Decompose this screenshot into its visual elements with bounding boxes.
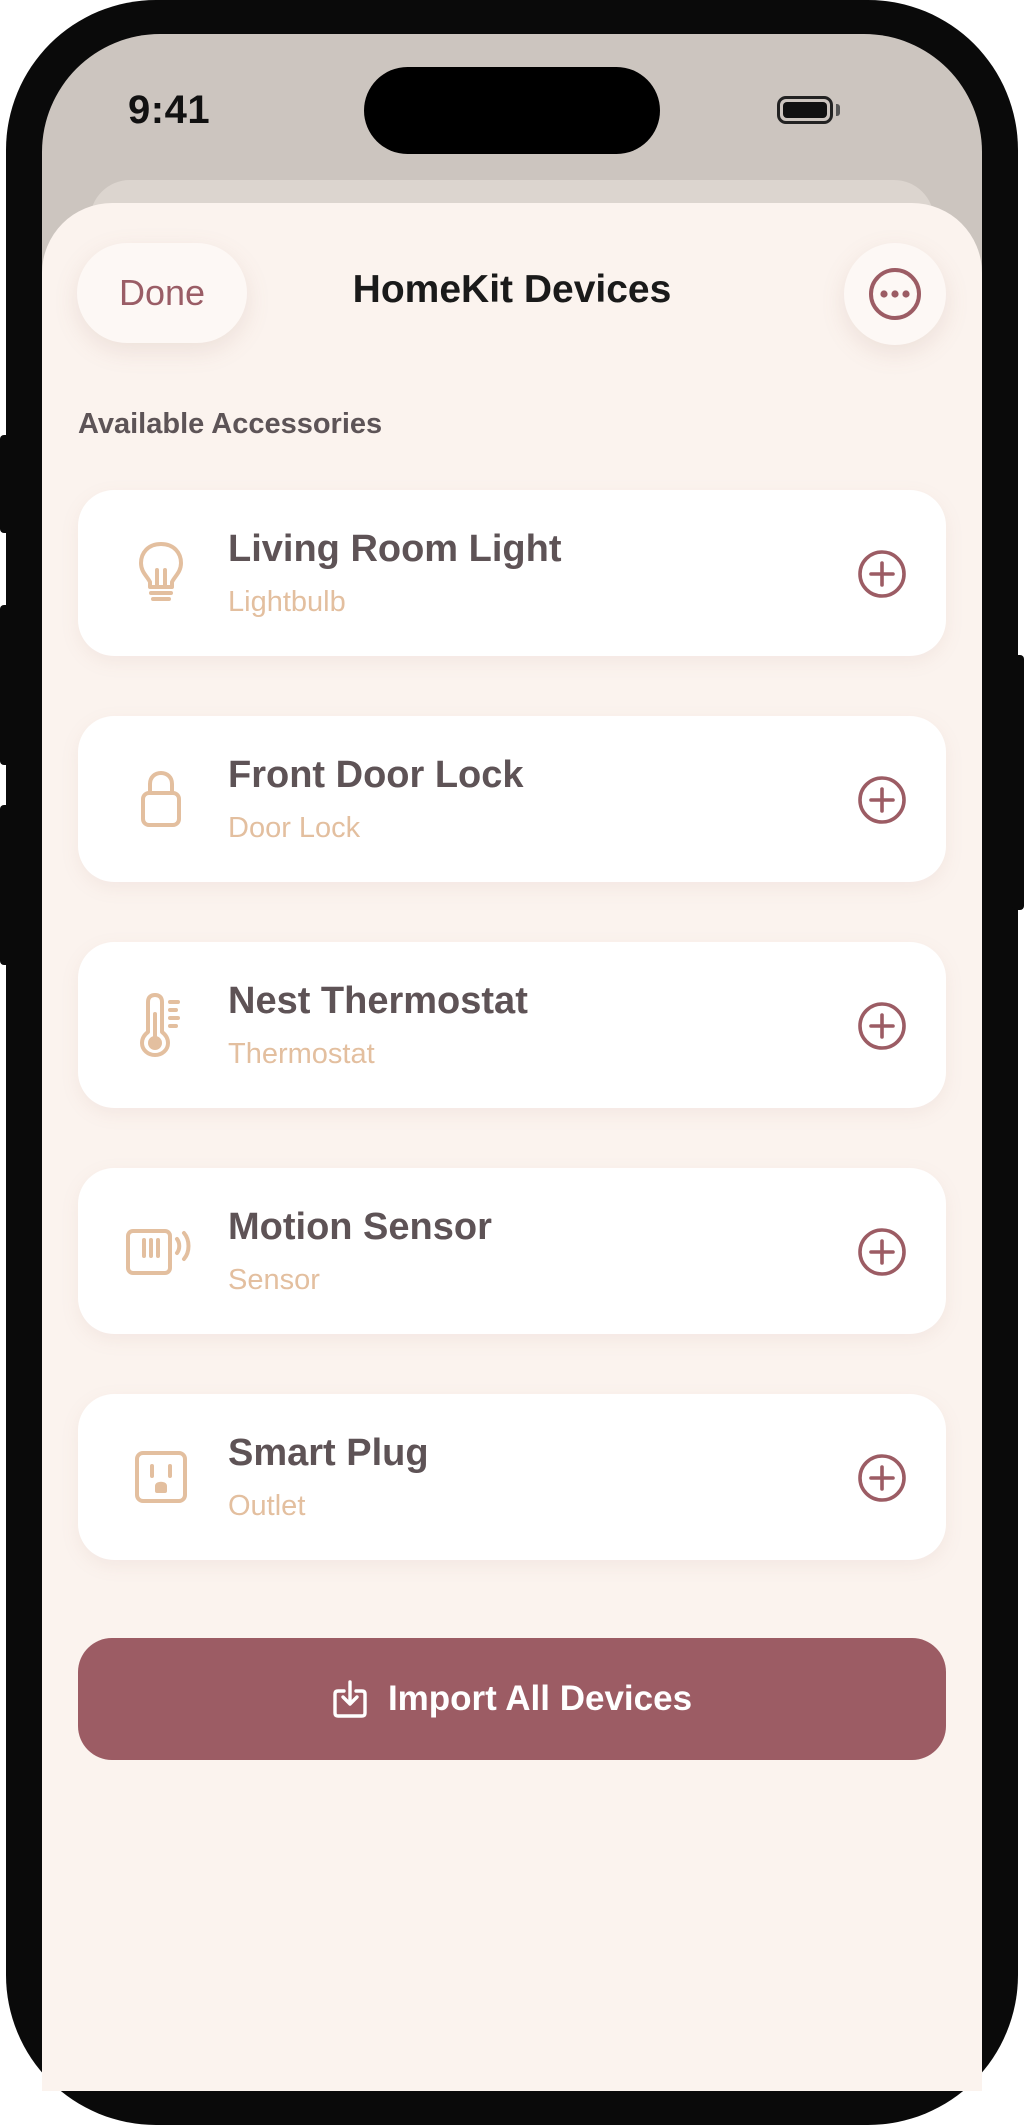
motion-sensor-icon xyxy=(120,1216,200,1286)
import-all-label: Import All Devices xyxy=(387,1679,693,1718)
plus-circle-icon xyxy=(858,776,906,824)
device-type: Lightbulb xyxy=(228,586,346,618)
more-options-button[interactable] xyxy=(844,243,946,345)
page-title: HomeKit Devices xyxy=(352,268,672,311)
device-type: Thermostat xyxy=(228,1038,375,1070)
ellipsis-circle-icon xyxy=(869,268,921,320)
add-device-button[interactable] xyxy=(856,1000,908,1052)
device-card-nest-thermostat[interactable]: Nest Thermostat Thermostat xyxy=(78,942,946,1108)
add-device-button[interactable] xyxy=(856,1226,908,1278)
action-button xyxy=(0,435,12,533)
section-label: Available Accessories xyxy=(78,408,383,440)
volume-down-button xyxy=(0,805,12,965)
add-device-button[interactable] xyxy=(856,774,908,826)
outlet-icon xyxy=(126,1442,196,1512)
thermometer-icon xyxy=(126,990,196,1060)
device-name: Smart Plug xyxy=(228,1432,429,1474)
modal-sheet xyxy=(42,203,982,2091)
side-button xyxy=(1012,655,1024,910)
device-name: Motion Sensor xyxy=(228,1206,492,1248)
plus-circle-icon xyxy=(858,1454,906,1502)
device-card-front-door-lock[interactable]: Front Door Lock Door Lock xyxy=(78,716,946,882)
add-device-button[interactable] xyxy=(856,548,908,600)
dynamic-island xyxy=(364,67,660,154)
import-all-button[interactable]: Import All Devices xyxy=(78,1638,946,1760)
import-icon xyxy=(333,1680,367,1718)
device-card-smart-plug[interactable]: Smart Plug Outlet xyxy=(78,1394,946,1560)
battery-icon xyxy=(777,96,833,124)
device-type: Outlet xyxy=(228,1490,306,1522)
lock-icon xyxy=(126,764,196,834)
lightbulb-icon xyxy=(126,538,196,608)
status-time: 9:41 xyxy=(128,88,211,132)
done-button[interactable]: Done xyxy=(77,243,247,343)
plus-circle-icon xyxy=(858,1002,906,1050)
device-name: Living Room Light xyxy=(228,528,562,570)
plus-circle-icon xyxy=(858,550,906,598)
battery-tip xyxy=(836,104,840,116)
device-card-living-room-light[interactable]: Living Room Light Lightbulb xyxy=(78,490,946,656)
plus-circle-icon xyxy=(858,1228,906,1276)
add-device-button[interactable] xyxy=(856,1452,908,1504)
device-type: Door Lock xyxy=(228,812,361,844)
device-card-motion-sensor[interactable]: Motion Sensor Sensor xyxy=(78,1168,946,1334)
device-type: Sensor xyxy=(228,1264,320,1296)
volume-up-button xyxy=(0,605,12,765)
device-name: Front Door Lock xyxy=(228,754,524,796)
device-name: Nest Thermostat xyxy=(228,980,528,1022)
